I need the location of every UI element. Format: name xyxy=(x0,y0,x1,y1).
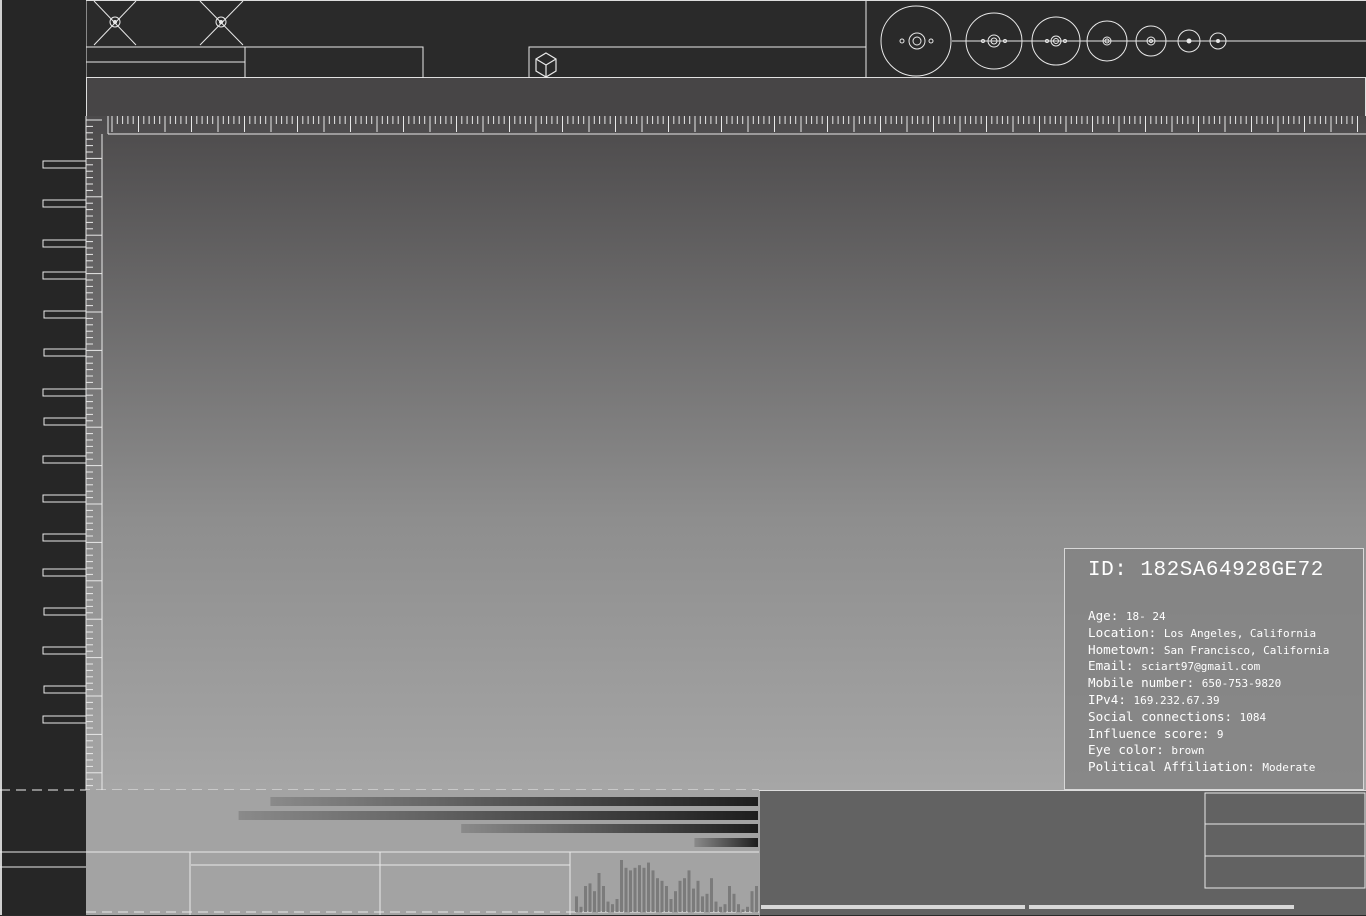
histogram-bar xyxy=(606,901,610,912)
histogram-bar xyxy=(669,899,673,912)
profile-field: Email: sciart97@gmail.com xyxy=(1088,658,1261,673)
console-graphics xyxy=(759,791,1366,916)
histogram-bar xyxy=(584,886,587,912)
histogram-bar xyxy=(642,867,646,912)
profile-field: Influence score: 9 xyxy=(1088,726,1224,741)
histogram-bar xyxy=(579,906,583,912)
histogram-bar xyxy=(719,906,722,912)
histogram-bar xyxy=(714,901,718,912)
histogram-bar xyxy=(687,870,691,912)
histogram-bar xyxy=(737,904,740,912)
histogram-bar xyxy=(728,886,731,912)
histogram-bar xyxy=(624,867,628,912)
profile-id-label: ID: xyxy=(1088,559,1128,582)
histogram-bar xyxy=(620,860,623,912)
histogram-bar xyxy=(696,880,700,912)
profile-field: Eye color: brown xyxy=(1088,742,1205,757)
histogram-bar xyxy=(750,891,754,912)
histogram-bar xyxy=(638,865,641,912)
histogram-bar xyxy=(597,873,601,912)
level-bar xyxy=(270,797,758,806)
histogram-bar xyxy=(746,906,749,912)
histogram-bar xyxy=(674,891,677,912)
histogram-bar xyxy=(656,878,659,912)
histogram-bar xyxy=(678,880,682,912)
histogram-bar xyxy=(732,893,736,912)
profile-field: Social connections: 1084 xyxy=(1088,709,1267,724)
histogram-bar xyxy=(615,899,619,912)
profile-field: Mobile number: 650-753-9820 xyxy=(1088,675,1282,690)
histogram-bar xyxy=(602,886,605,912)
histogram-bar xyxy=(651,870,655,912)
vertical-ruler xyxy=(85,116,103,790)
profile-field: Location: Los Angeles, California xyxy=(1088,625,1317,640)
horizontal-ruler xyxy=(107,116,1366,135)
histogram-bar xyxy=(611,904,614,912)
histogram-bar xyxy=(633,867,637,912)
histogram-bar xyxy=(629,870,632,912)
profile-field: Hometown: San Francisco, California xyxy=(1088,642,1330,657)
histogram-bar xyxy=(647,862,650,912)
profile-id: ID: 182SA64928GE72 xyxy=(1088,559,1324,582)
profile-field: Age: 18- 24 xyxy=(1088,608,1166,623)
histogram-bar xyxy=(755,886,758,912)
histogram-bar xyxy=(710,878,713,912)
profile-id-value: 182SA64928GE72 xyxy=(1140,559,1324,582)
histogram-bar xyxy=(683,878,686,912)
histogram-bar xyxy=(593,891,596,912)
histogram-bar xyxy=(741,909,745,912)
profile-field: Political Affiliation: Moderate xyxy=(1088,759,1316,774)
histogram-bar xyxy=(723,904,727,912)
console-panel xyxy=(759,790,1366,916)
histogram-bar xyxy=(701,896,704,912)
level-bar xyxy=(694,838,758,847)
histogram-bar xyxy=(588,883,592,912)
histogram-bar xyxy=(692,888,695,912)
histogram-bar xyxy=(575,896,578,912)
histogram-bar xyxy=(660,880,664,912)
level-bar xyxy=(238,811,759,820)
histogram-bar xyxy=(705,893,709,912)
profile-field: IPv4: 169.232.67.39 xyxy=(1088,692,1220,707)
level-bar xyxy=(461,824,758,833)
profile-info-panel: ID: 182SA64928GE72 Age: 18- 24 Location:… xyxy=(1064,548,1364,790)
histogram-bar xyxy=(665,886,668,912)
